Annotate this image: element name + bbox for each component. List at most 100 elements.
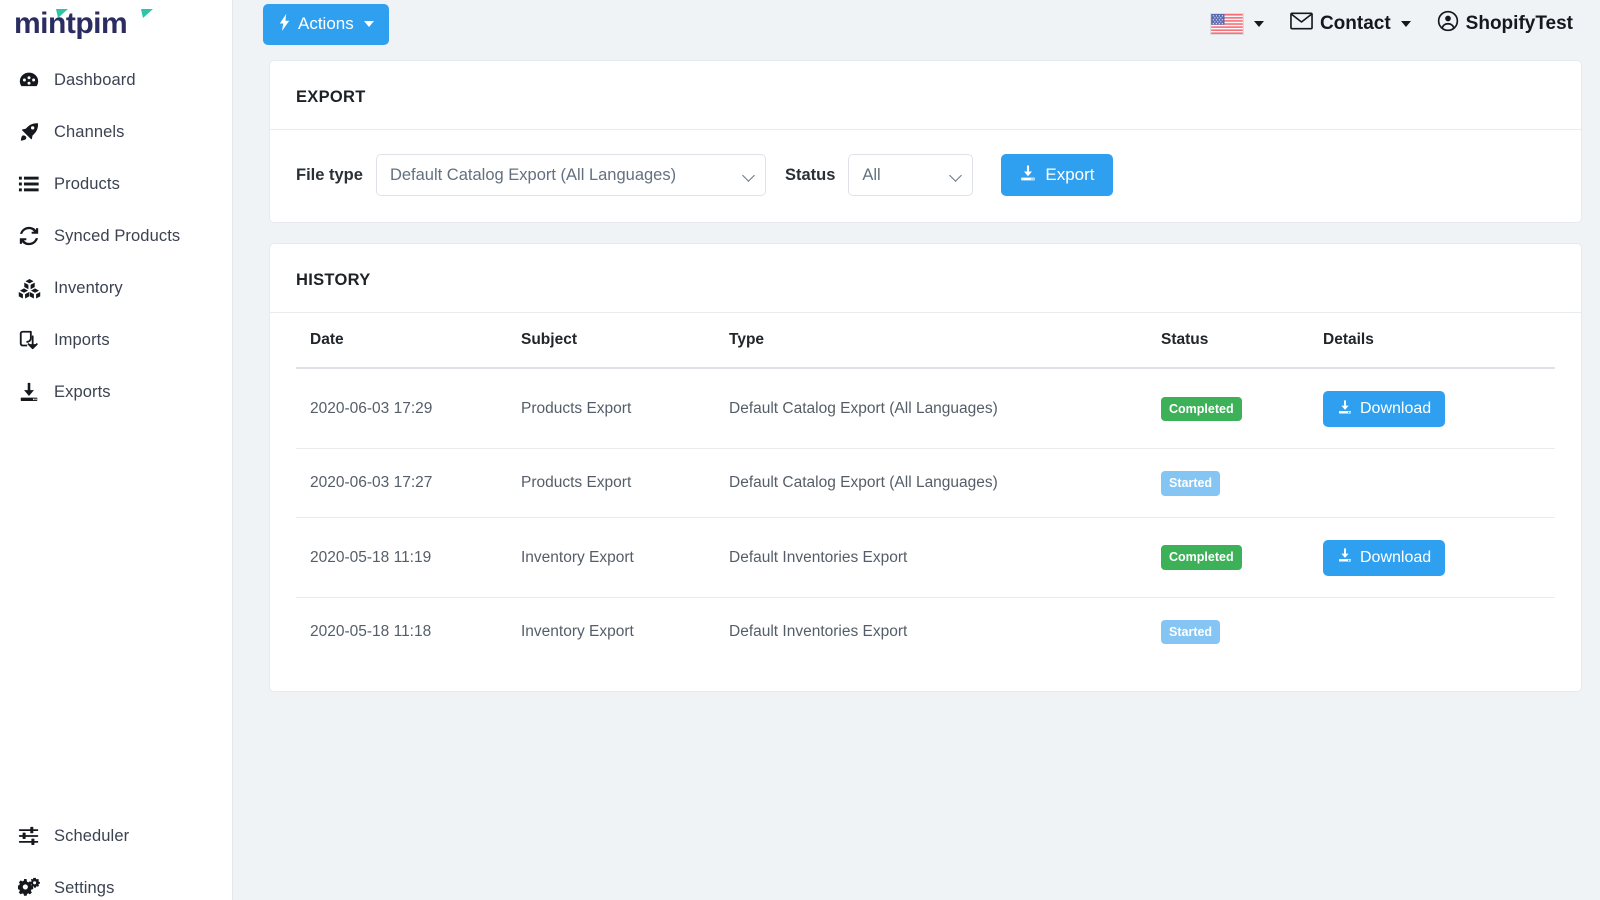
column-header-status: Status <box>1161 331 1323 368</box>
app-root: mintpim Dashboard <box>0 0 1600 900</box>
cell-subject: Products Export <box>521 368 729 449</box>
history-card-body: Date Subject Type Status Details 2020-06… <box>270 313 1581 691</box>
cell-status: Started <box>1161 597 1323 665</box>
table-header-row: Date Subject Type Status Details <box>296 331 1555 368</box>
cell-subject: Products Export <box>521 449 729 518</box>
cell-date: 2020-05-18 11:19 <box>296 517 521 597</box>
bolt-icon <box>278 14 291 35</box>
sidebar-item-label: Exports <box>54 383 111 402</box>
cell-subject: Inventory Export <box>521 597 729 665</box>
table-row: 2020-06-03 17:29 Products Export Default… <box>296 368 1555 449</box>
dashboard-icon <box>18 69 48 91</box>
cell-type: Default Catalog Export (All Languages) <box>729 368 1161 449</box>
file-type-select[interactable]: Default Catalog Export (All Languages) D… <box>376 154 766 196</box>
download-button[interactable]: Download <box>1323 391 1445 427</box>
sidebar-item-label: Synced Products <box>54 227 180 246</box>
export-card: EXPORT File type Default Catalog Export … <box>269 60 1582 223</box>
cell-date: 2020-05-18 11:18 <box>296 597 521 665</box>
sidebar: mintpim Dashboard <box>0 0 233 900</box>
main-area: Actions <box>233 0 1600 900</box>
actions-button-label: Actions <box>298 14 354 34</box>
sidebar-item-channels[interactable]: Channels <box>0 106 232 158</box>
column-header-details: Details <box>1323 331 1555 368</box>
history-table-body: 2020-06-03 17:29 Products Export Default… <box>296 368 1555 665</box>
sliders-icon <box>18 825 48 847</box>
status-badge: Started <box>1161 620 1220 645</box>
download-icon <box>18 381 48 403</box>
us-flag-icon <box>1210 13 1244 35</box>
sidebar-item-exports[interactable]: Exports <box>0 366 232 418</box>
sidebar-item-label: Scheduler <box>54 827 129 846</box>
user-circle-icon <box>1437 10 1459 38</box>
topbar-right: Contact ShopifyTest <box>1197 0 1586 48</box>
sidebar-nav: Dashboard Channels <box>0 54 232 418</box>
cell-type: Default Inventories Export <box>729 597 1161 665</box>
export-button-label: Export <box>1045 165 1094 185</box>
rocket-icon <box>18 121 48 143</box>
status-badge: Completed <box>1161 397 1242 422</box>
file-type-select-wrap: Default Catalog Export (All Languages) D… <box>376 154 766 196</box>
cell-details <box>1323 449 1555 518</box>
column-header-type: Type <box>729 331 1161 368</box>
cubes-icon <box>18 277 48 299</box>
details-empty <box>1323 483 1555 484</box>
sidebar-item-label: Channels <box>54 123 125 142</box>
sidebar-item-dashboard[interactable]: Dashboard <box>0 54 232 106</box>
sidebar-item-label: Inventory <box>54 279 123 298</box>
chevron-down-icon <box>364 21 374 27</box>
history-table-head: Date Subject Type Status Details <box>296 331 1555 368</box>
table-row: 2020-05-18 11:18 Inventory Export Defaul… <box>296 597 1555 665</box>
contact-label: Contact <box>1320 13 1391 35</box>
history-card-title: HISTORY <box>270 244 1581 313</box>
sidebar-item-label: Imports <box>54 331 110 350</box>
sidebar-bottom-nav: Scheduler Settings <box>0 810 232 900</box>
topbar: Actions <box>233 0 1600 48</box>
sidebar-item-label: Products <box>54 175 120 194</box>
cell-subject: Inventory Export <box>521 517 729 597</box>
chevron-down-icon <box>1254 21 1264 27</box>
download-icon <box>1337 547 1353 568</box>
language-selector[interactable] <box>1197 0 1277 48</box>
actions-button[interactable]: Actions <box>263 4 389 45</box>
download-button[interactable]: Download <box>1323 540 1445 576</box>
column-header-subject: Subject <box>521 331 729 368</box>
sidebar-item-synced-products[interactable]: Synced Products <box>0 210 232 262</box>
list-icon <box>18 173 48 195</box>
status-select[interactable]: All Completed Started <box>848 154 973 196</box>
file-type-label: File type <box>296 166 363 185</box>
export-card-body: File type Default Catalog Export (All La… <box>270 130 1581 222</box>
cell-type: Default Inventories Export <box>729 517 1161 597</box>
table-row: 2020-06-03 17:27 Products Export Default… <box>296 449 1555 518</box>
user-menu[interactable]: ShopifyTest <box>1424 0 1586 48</box>
sidebar-item-label: Settings <box>54 879 114 898</box>
sidebar-item-settings[interactable]: Settings <box>0 862 232 900</box>
download-button-label: Download <box>1360 400 1431 418</box>
envelope-icon <box>1290 12 1313 36</box>
sidebar-item-imports[interactable]: Imports <box>0 314 232 366</box>
user-label: ShopifyTest <box>1466 13 1573 35</box>
cell-status: Completed <box>1161 368 1323 449</box>
cell-details: Download <box>1323 368 1555 449</box>
contact-menu[interactable]: Contact <box>1277 0 1424 48</box>
sidebar-item-products[interactable]: Products <box>0 158 232 210</box>
cell-details: Download <box>1323 517 1555 597</box>
sidebar-item-scheduler[interactable]: Scheduler <box>0 810 232 862</box>
status-badge: Started <box>1161 471 1220 496</box>
download-button-label: Download <box>1360 549 1431 567</box>
cell-type: Default Catalog Export (All Languages) <box>729 449 1161 518</box>
sidebar-item-inventory[interactable]: Inventory <box>0 262 232 314</box>
brand-logo[interactable]: mintpim <box>0 0 232 48</box>
sidebar-item-label: Dashboard <box>54 71 136 90</box>
details-empty <box>1323 631 1555 632</box>
status-select-wrap: All Completed Started <box>848 154 973 196</box>
cell-status: Completed <box>1161 517 1323 597</box>
export-button[interactable]: Export <box>1001 154 1112 196</box>
history-table: Date Subject Type Status Details 2020-06… <box>296 331 1555 665</box>
cell-date: 2020-06-03 17:27 <box>296 449 521 518</box>
cell-date: 2020-06-03 17:29 <box>296 368 521 449</box>
cell-status: Started <box>1161 449 1323 518</box>
status-label: Status <box>785 166 835 185</box>
svg-text:mintpim: mintpim <box>14 7 127 40</box>
download-icon <box>1019 164 1037 187</box>
gears-icon <box>18 877 48 899</box>
